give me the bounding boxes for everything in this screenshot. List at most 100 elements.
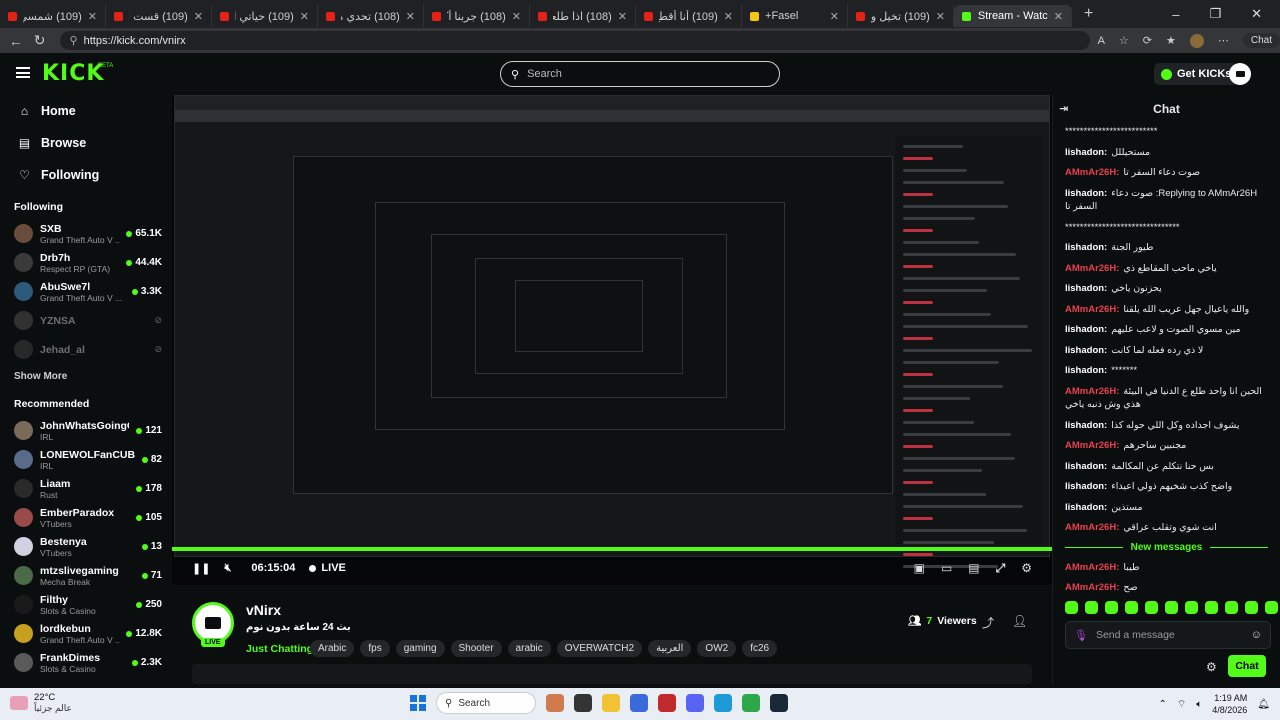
stream-category[interactable]: Just Chatting (246, 643, 313, 655)
following-channel[interactable]: Jehad_al ⊘ (0, 335, 172, 364)
stream-tag[interactable]: Arabic (310, 640, 355, 657)
chat-input[interactable]: 🎙︎ Send a message ☺ (1065, 621, 1271, 649)
recommended-channel[interactable]: LONEWOLFanCUB IRL 82 (0, 445, 172, 474)
stream-tag[interactable]: Shooter (450, 640, 502, 657)
stream-tag[interactable]: gaming (395, 640, 445, 657)
browser-tab[interactable]: (108) اذا طلعت تتحك ✕ (530, 5, 636, 27)
stream-tag[interactable]: OW2 (697, 640, 737, 657)
kick-logo[interactable]: KICK (42, 61, 104, 86)
pause-icon[interactable]: ❚❚ (192, 562, 210, 575)
more-icon[interactable]: ⋯ (1218, 34, 1229, 47)
chat-username[interactable]: lishadon: (1065, 365, 1107, 376)
following-channel[interactable]: SXB Grand Theft Auto V ... 65.1K (0, 219, 172, 248)
streamer-name[interactable]: vNirx (246, 602, 281, 618)
stream-tag[interactable]: arabic (507, 640, 551, 657)
chat-username[interactable]: lishadon: (1065, 283, 1107, 294)
notifications-icon[interactable]: 🔔︎ (1257, 699, 1270, 710)
stream-tag[interactable]: العربية (648, 640, 692, 657)
collapse-chat-icon[interactable]: ⇥ (1059, 102, 1068, 115)
microphone-icon[interactable]: 🎙︎ (1074, 629, 1088, 642)
show-more-link[interactable]: Show More (0, 364, 172, 388)
chat-username[interactable]: AMmAr26H: (1065, 167, 1119, 178)
chat-username[interactable]: lishadon: (1065, 147, 1107, 158)
emote-icon[interactable] (1105, 601, 1118, 614)
browser-tab[interactable]: (108) تحدي مزاد الوط ✕ (318, 5, 424, 27)
stream-tag[interactable]: OVERWATCH2 (556, 640, 643, 657)
stream-tag[interactable]: fps (360, 640, 390, 657)
chat-username[interactable]: lishadon: (1065, 188, 1107, 199)
chat-username[interactable]: AMmAr26H: (1065, 304, 1119, 315)
chat-username[interactable]: lishadon: (1065, 324, 1107, 335)
tab-close-icon[interactable]: ✕ (406, 10, 415, 23)
maximize-button[interactable]: ❐ (1209, 6, 1221, 22)
back-icon[interactable]: ← (4, 33, 28, 49)
tray-chevron-icon[interactable]: ⌃ (1158, 699, 1166, 710)
task-view-icon[interactable] (574, 694, 592, 712)
user-avatar[interactable] (1229, 63, 1251, 85)
store-app-icon[interactable] (630, 694, 648, 712)
emote-icon[interactable] (1085, 601, 1098, 614)
close-window-button[interactable]: ✕ (1251, 6, 1262, 22)
discord-icon[interactable] (686, 694, 704, 712)
minimize-button[interactable]: – (1172, 7, 1179, 22)
video-player[interactable]: ❚❚ 🔇︎ 06:15:04 LIVE ▣ ▭ ▤ ⤢ ⚙ (172, 95, 1052, 585)
tab-close-icon[interactable]: ✕ (300, 10, 309, 23)
new-messages-divider[interactable]: New messages (1065, 542, 1268, 553)
emote-icon[interactable] (1145, 601, 1158, 614)
tab-close-icon[interactable]: ✕ (724, 10, 733, 23)
chat-username[interactable]: AMmAr26H: (1065, 582, 1119, 593)
chat-username[interactable]: AMmAr26H: (1065, 263, 1119, 274)
green-app-icon[interactable] (742, 694, 760, 712)
windows-start-icon[interactable] (410, 695, 426, 711)
tab-close-icon[interactable]: ✕ (936, 10, 945, 23)
emote-icon[interactable] (1265, 601, 1278, 614)
chat-username[interactable]: lishadon: (1065, 461, 1107, 472)
pip-icon[interactable]: ▤ (968, 561, 979, 576)
sidebar-nav-browse[interactable]: ▤ Browse (0, 127, 172, 159)
following-channel[interactable]: Drb7h Respect RP (GTA) 44.4K (0, 248, 172, 277)
recommended-channel[interactable]: EmberParadox VTubers 105 (0, 503, 172, 532)
tab-close-icon[interactable]: ✕ (194, 10, 203, 23)
browser-tab[interactable]: (109) أنا أقطع بدور ✕ (636, 5, 742, 27)
follow-user-icon[interactable]: 👤︎ (1012, 614, 1027, 628)
chat-username[interactable]: lishadon: (1065, 502, 1107, 513)
emote-icon[interactable] (1205, 601, 1218, 614)
share-icon[interactable]: ⤴ (982, 614, 994, 631)
chat-username[interactable]: lishadon: (1065, 345, 1107, 356)
steam-icon[interactable] (770, 694, 788, 712)
fullscreen-icon[interactable]: ⤢ (996, 561, 1006, 576)
extensions-icon[interactable]: ⟳ (1143, 34, 1152, 47)
widgets-app-icon[interactable] (546, 694, 564, 712)
profile-avatar[interactable] (1189, 33, 1204, 48)
read-aloud-icon[interactable]: A (1098, 35, 1105, 47)
chat-settings-gear-icon[interactable]: ⚙ (1206, 660, 1217, 674)
browser-tab[interactable]: (109) قست ابو عابد ✕ (106, 5, 212, 27)
browser-tab[interactable]: Fasel+ ✕ (742, 5, 848, 27)
send-chat-button[interactable]: Chat (1228, 655, 1266, 677)
tab-close-icon[interactable]: ✕ (618, 10, 627, 23)
following-channel[interactable]: YZNSA ⊘ (0, 306, 172, 335)
copilot-chat-button[interactable]: Chat (1242, 33, 1280, 48)
refresh-icon[interactable]: ↻ (28, 32, 52, 49)
tab-close-icon[interactable]: ✕ (512, 10, 521, 23)
theater-mode-icon[interactable]: ▭ (941, 561, 952, 576)
media-app-icon[interactable] (658, 694, 676, 712)
chat-username[interactable]: lishadon: (1065, 242, 1107, 253)
wifi-icon[interactable]: ⌔ (1177, 698, 1186, 711)
edge-browser-icon[interactable] (714, 694, 732, 712)
emoji-icon[interactable]: ☺ (1251, 629, 1262, 641)
chat-username[interactable]: lishadon: (1065, 481, 1107, 492)
menu-icon[interactable] (16, 67, 30, 78)
speaker-icon[interactable]: 🔈︎ (1196, 699, 1202, 710)
taskbar-search[interactable]: ⚲ Search (436, 692, 536, 714)
tab-close-icon[interactable]: ✕ (88, 10, 97, 23)
clip-icon[interactable]: ▣ (914, 561, 925, 576)
emote-icon[interactable] (1165, 601, 1178, 614)
weather-widget[interactable]: 22°C عالم جزئياً (10, 692, 72, 714)
chat-username[interactable]: AMmAr26H: (1065, 386, 1119, 397)
browser-tab[interactable]: (109) حياتي الجديدة ✕ (212, 5, 318, 27)
sidebar-nav-following[interactable]: ♡ Following (0, 159, 172, 191)
tab-close-icon[interactable]: ✕ (830, 10, 839, 23)
emote-icon[interactable] (1225, 601, 1238, 614)
clock[interactable]: 1:19 AM 4/8/2026 (1212, 692, 1247, 716)
